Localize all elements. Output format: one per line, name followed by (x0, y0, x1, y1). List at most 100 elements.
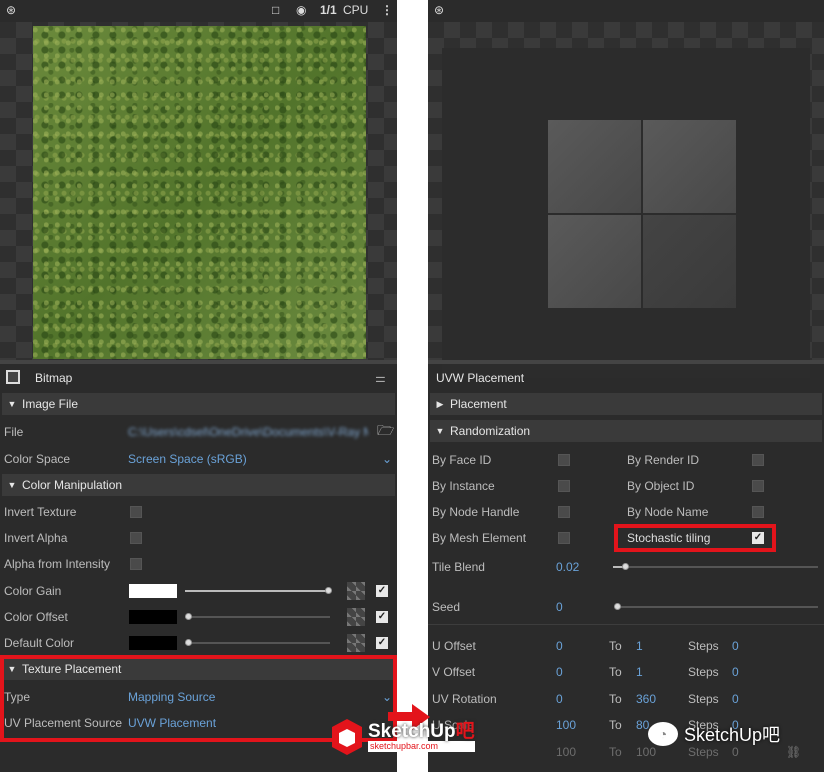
default-color-slider[interactable] (185, 642, 330, 644)
default-color-row: Default Color ✓ (0, 631, 397, 655)
right-toolbar: ⊛ (428, 0, 824, 22)
uv-rotation-label: UV Rotation (432, 692, 497, 706)
by-instance-checkbox[interactable] (558, 480, 570, 492)
file-path-value[interactable]: C:\Users\cdsel\OneDrive\Documents\V-Ray … (128, 425, 368, 439)
texture-slot-icon[interactable] (347, 608, 365, 626)
alpha-from-intensity-label: Alpha from Intensity (4, 557, 111, 571)
collapse-triangle-icon: ▼ (435, 426, 445, 436)
by-mesh-element-checkbox[interactable] (558, 532, 570, 544)
section-color-manipulation-label: Color Manipulation (22, 478, 123, 492)
v-offset-from[interactable]: 0 (556, 665, 563, 679)
by-node-name-label: By Node Name (627, 505, 709, 519)
u-offset-from[interactable]: 0 (556, 639, 563, 653)
color-offset-knob[interactable] (185, 613, 192, 620)
by-object-id-label: By Object ID (627, 479, 695, 493)
v-offset-to[interactable]: 1 (636, 665, 643, 679)
color-offset-swatch[interactable] (129, 610, 177, 624)
color-offset-label: Color Offset (4, 610, 68, 624)
u-offset-row: U Offset 0 To 1 Steps 0 (428, 634, 824, 658)
color-gain-label: Color Gain (4, 584, 62, 598)
ratio-label[interactable]: 1/1 (320, 3, 337, 17)
tile-blend-slider[interactable] (613, 566, 818, 568)
color-gain-map-checkbox[interactable]: ✓ (376, 585, 388, 597)
v-offset-label: V Offset (432, 665, 476, 679)
bitmap-icon (6, 370, 20, 384)
uv-rotation-steps[interactable]: 0 (732, 692, 739, 706)
color-gain-slider[interactable] (185, 590, 330, 592)
default-color-knob[interactable] (185, 639, 192, 646)
invert-alpha-label: Invert Alpha (4, 531, 68, 545)
settings-sliders-icon[interactable]: ⚌ (375, 371, 386, 385)
v-scale-steps[interactable]: 0 (732, 745, 739, 759)
grass-texture-image (33, 26, 366, 359)
by-render-id-label: By Render ID (627, 453, 700, 467)
uv-rotation-from[interactable]: 0 (556, 692, 563, 706)
color-offset-map-checkbox[interactable]: ✓ (376, 611, 388, 623)
section-placement-label: Placement (450, 397, 507, 411)
by-node-name-checkbox[interactable] (752, 506, 764, 518)
uv-rotation-to[interactable]: 360 (636, 692, 656, 706)
u-offset-to[interactable]: 1 (636, 639, 643, 653)
seed-knob[interactable] (614, 603, 621, 610)
color-space-row: Color Space Screen Space (sRGB) ⌄ (0, 447, 397, 471)
default-color-map-checkbox[interactable]: ✓ (376, 637, 388, 649)
more-menu-icon[interactable]: ⋮ (381, 3, 393, 17)
u-offset-steps[interactable]: 0 (732, 639, 739, 653)
left-toolbar: ⊛ □ ◉ 1/1 CPU ⋮ (0, 0, 397, 22)
color-gain-swatch[interactable] (129, 584, 177, 598)
color-offset-slider[interactable] (185, 616, 330, 618)
seed-value[interactable]: 0 (556, 600, 563, 614)
alpha-from-intensity-checkbox[interactable] (130, 558, 142, 570)
file-row: File C:\Users\cdsel\OneDrive\Documents\V… (0, 420, 397, 444)
color-gain-knob[interactable] (325, 587, 332, 594)
watermark-brand-suffix: 吧 (455, 721, 475, 742)
uv-rotation-row: UV Rotation 0 To 360 Steps 0 (428, 687, 824, 711)
square-icon[interactable]: □ (272, 3, 279, 17)
v-offset-steps[interactable]: 0 (732, 665, 739, 679)
chevron-down-icon[interactable]: ⌄ (382, 452, 392, 466)
to-label: To (609, 718, 622, 732)
camera-icon[interactable]: ◉ (296, 3, 306, 17)
random-row-1: By Face ID By Render ID (428, 448, 824, 472)
invert-alpha-checkbox[interactable] (130, 532, 142, 544)
by-mesh-element-label: By Mesh Element (432, 531, 527, 545)
seed-row: Seed 0 (428, 595, 824, 619)
uvw-header: UVW Placement (428, 367, 824, 389)
section-image-file[interactable]: ▼ Image File (2, 393, 395, 415)
section-randomization[interactable]: ▼ Randomization (430, 420, 822, 442)
folder-open-icon[interactable]: 🗁 (377, 420, 394, 444)
steps-label: Steps (688, 745, 719, 759)
tile-blend-row: Tile Blend 0.02 (428, 555, 824, 579)
to-label: To (609, 692, 622, 706)
texture-preview (0, 22, 397, 360)
u-scale-from[interactable]: 100 (556, 718, 576, 732)
by-face-id-checkbox[interactable] (558, 454, 570, 466)
by-node-handle-checkbox[interactable] (558, 506, 570, 518)
random-row-2: By Instance By Object ID (428, 474, 824, 498)
eye-split-icon[interactable]: ⊛ (434, 3, 444, 17)
file-label: File (4, 425, 24, 439)
seed-slider[interactable] (616, 606, 818, 608)
texture-slot-icon[interactable] (347, 634, 365, 652)
steps-label: Steps (688, 665, 719, 679)
section-color-manipulation[interactable]: ▼ Color Manipulation (2, 474, 395, 496)
by-face-id-label: By Face ID (432, 453, 492, 467)
divider-line (428, 624, 824, 625)
tile-blend-value[interactable]: 0.02 (556, 560, 579, 574)
tile-blend-knob[interactable] (622, 563, 629, 570)
by-object-id-checkbox[interactable] (752, 480, 764, 492)
v-scale-from[interactable]: 100 (556, 745, 576, 759)
section-placement[interactable]: ▶ Placement (430, 393, 822, 415)
texture-slot-icon[interactable] (347, 582, 365, 600)
by-render-id-checkbox[interactable] (752, 454, 764, 466)
invert-texture-checkbox[interactable] (130, 506, 142, 518)
v-scale-to[interactable]: 100 (636, 745, 656, 759)
color-space-select[interactable]: Screen Space (sRGB) (128, 452, 247, 466)
uvw-title: UVW Placement (436, 371, 525, 385)
invert-texture-row: Invert Texture (0, 500, 397, 524)
render-mode-label[interactable]: CPU (343, 3, 368, 17)
default-color-swatch[interactable] (129, 636, 177, 650)
link-chain-icon[interactable]: ⛓ (786, 745, 801, 759)
eye-split-icon[interactable]: ⊛ (6, 3, 16, 17)
expand-triangle-icon: ▶ (436, 398, 444, 409)
